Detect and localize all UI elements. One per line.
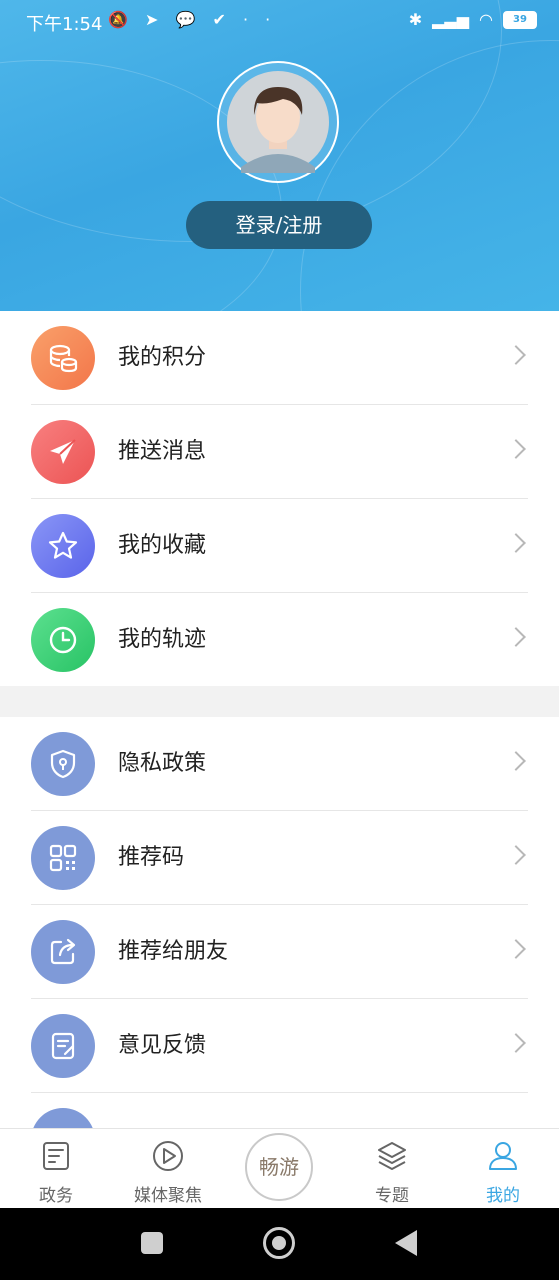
feedback-icon: [31, 1014, 95, 1078]
layers-icon: [378, 1142, 406, 1170]
menu-item-partial[interactable]: [0, 1093, 559, 1128]
settings-icon: [31, 1108, 95, 1128]
menu-item-push-messages[interactable]: 推送消息: [0, 405, 559, 499]
chevron-right-icon: [506, 345, 526, 365]
database-icon: [31, 326, 95, 390]
menu-item-label: 我的轨迹: [118, 627, 207, 652]
recents-button[interactable]: [141, 1232, 163, 1254]
status-bar: 下午1:54 🔕 ➤ 💬 ✔ · · ✱ ▂▃▅ ◠ 39: [0, 0, 559, 42]
tab-government[interactable]: 政务: [6, 1129, 106, 1209]
qrcode-icon: [31, 826, 95, 890]
clock-icon: [31, 608, 95, 672]
menu-item-label: 意见反馈: [118, 1033, 207, 1058]
menu-item-referral-code[interactable]: 推荐码: [0, 811, 559, 905]
battery-icon: 39: [503, 10, 537, 29]
star-icon: [31, 514, 95, 578]
user-icon: [489, 1142, 517, 1170]
tab-topics[interactable]: 专题: [342, 1129, 442, 1209]
tab-mine[interactable]: 我的: [453, 1129, 553, 1209]
chevron-right-icon: [506, 939, 526, 959]
menu-item-label: 我的收藏: [118, 533, 207, 558]
login-register-button[interactable]: 登录/注册: [186, 201, 372, 249]
document-icon: [43, 1142, 69, 1170]
tab-label: 专题: [375, 1186, 409, 1206]
shield-icon: [31, 732, 95, 796]
menu-item-label: 隐私政策: [118, 751, 207, 776]
menu-item-label: 我的积分: [118, 345, 207, 370]
play-icon: [153, 1141, 183, 1171]
menu-group-secondary: 隐私政策 推荐码 推荐给朋友 意见反馈: [0, 717, 559, 1128]
status-time: 下午1:54: [26, 14, 103, 35]
profile-header: 下午1:54 🔕 ➤ 💬 ✔ · · ✱ ▂▃▅ ◠ 39 登录/注册: [0, 0, 559, 311]
avatar[interactable]: [217, 61, 339, 183]
chevron-right-icon: [506, 751, 526, 771]
tab-media-focus[interactable]: 媒体聚焦: [118, 1129, 218, 1209]
menu-group-primary: 我的积分 推送消息 我的收藏 我的轨迹: [0, 311, 559, 686]
menu-item-favorites[interactable]: 我的收藏: [0, 499, 559, 593]
menu-item-feedback[interactable]: 意见反馈: [0, 999, 559, 1093]
menu-item-label: 推荐给朋友: [118, 939, 229, 964]
bluetooth-icon: ✱: [408, 10, 423, 29]
chevron-right-icon: [506, 439, 526, 459]
menu-item-label: 推荐码: [118, 845, 185, 870]
chevron-right-icon: [506, 627, 526, 647]
wifi-icon: ◠: [479, 10, 493, 29]
tab-label: 我的: [486, 1186, 520, 1206]
menu-item-footprint[interactable]: 我的轨迹: [0, 593, 559, 687]
menu-item-privacy-policy[interactable]: 隐私政策: [0, 717, 559, 811]
status-right: ✱ ▂▃▅ ◠ 39: [409, 10, 537, 29]
system-navigation-bar: [0, 1208, 559, 1280]
tab-label: 政务: [39, 1186, 73, 1206]
avatar-image: [227, 71, 329, 173]
tab-label: 媒体聚焦: [134, 1186, 202, 1206]
menu-item-points[interactable]: 我的积分: [0, 311, 559, 405]
notification-icons: 🔕 ➤ 💬 ✔ · ·: [108, 10, 277, 29]
menu-item-label: 推送消息: [118, 439, 207, 464]
paper-plane-icon: [31, 420, 95, 484]
home-button[interactable]: [263, 1227, 295, 1259]
chevron-right-icon: [506, 533, 526, 553]
menu-item-share-to-friends[interactable]: 推荐给朋友: [0, 905, 559, 999]
share-icon: [31, 920, 95, 984]
chevron-right-icon: [506, 1033, 526, 1053]
chevron-right-icon: [506, 845, 526, 865]
tab-logo-center[interactable]: 畅游: [245, 1133, 313, 1201]
signal-icon: ▂▃▅: [432, 10, 470, 29]
back-button[interactable]: [395, 1230, 417, 1256]
